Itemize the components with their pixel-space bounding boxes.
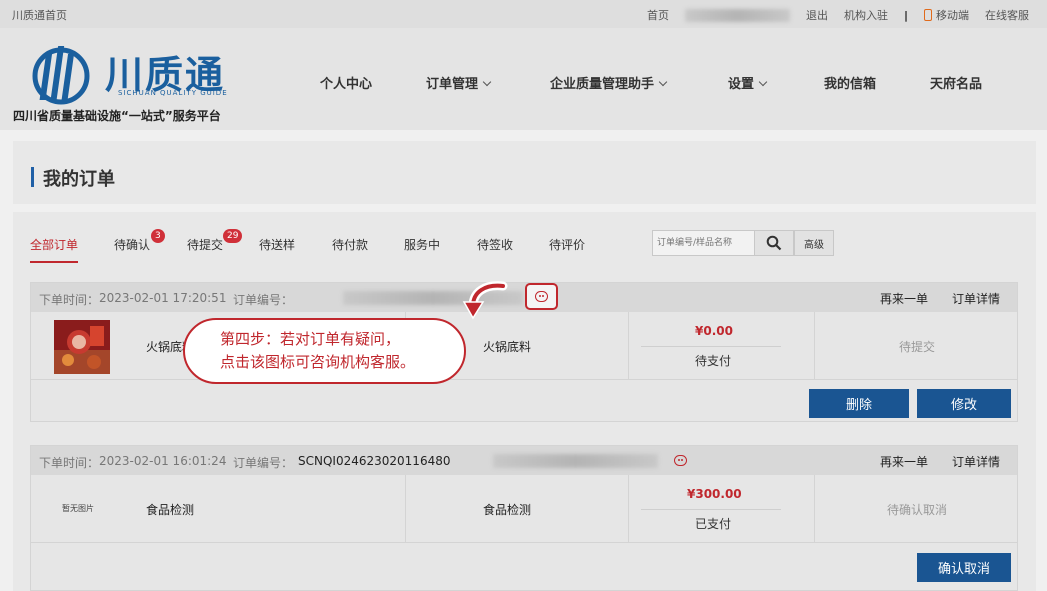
nav-personal-center[interactable]: 个人中心	[320, 73, 372, 92]
payment-status: 已支付	[695, 517, 732, 531]
pending-confirm-badge: 3	[151, 229, 165, 243]
cell-divider	[628, 475, 629, 543]
tab-pending-payment[interactable]: 待付款	[332, 236, 368, 253]
order-search-input[interactable]	[652, 230, 767, 256]
chat-icon[interactable]	[535, 291, 548, 302]
phone-icon	[924, 9, 932, 21]
institution-blurred	[493, 454, 658, 468]
nav-tianfu-products[interactable]: 天府名品	[930, 73, 982, 92]
tab-pending-sample[interactable]: 待送样	[259, 236, 295, 253]
cell-divider	[628, 312, 629, 380]
chat-icon-highlight[interactable]	[525, 283, 558, 310]
tab-pending-confirm[interactable]: 待确认	[114, 236, 150, 253]
product-thumbnail	[54, 320, 110, 374]
instruction-callout: 第四步：若对订单有疑问， 点击该图标可咨询机构客服。	[183, 318, 466, 384]
order-no: SCNQI024623020116480	[298, 454, 451, 468]
cell-divider	[814, 475, 815, 543]
nav-settings[interactable]: 设置	[728, 73, 768, 92]
tab-pending-submit[interactable]: 待提交	[187, 236, 223, 253]
edit-order-button[interactable]: 修改	[917, 389, 1011, 418]
pending-submit-badge: 29	[223, 229, 243, 243]
tab-pending-receipt[interactable]: 待签收	[477, 236, 513, 253]
nav-quality-assistant[interactable]: 企业质量管理助手	[550, 73, 668, 92]
payment-status: 待支付	[695, 354, 732, 368]
order-detail-link[interactable]: 订单详情	[952, 453, 1000, 470]
nav-label: 设置	[728, 77, 755, 92]
tab-pending-review[interactable]: 待评价	[549, 236, 585, 253]
delete-order-button[interactable]: 删除	[809, 389, 909, 418]
active-tab-indicator	[30, 261, 78, 263]
advanced-search-button[interactable]: 高级	[794, 230, 834, 256]
separator: |	[903, 8, 908, 22]
order-status: 待提交	[899, 340, 936, 354]
item-name: 食品检测	[146, 503, 195, 517]
order-time-label: 下单时间：	[39, 456, 100, 470]
cell-divider	[405, 475, 406, 543]
brand-subtitle: SICHUAN QUALITY GUIDE	[118, 89, 228, 97]
order-time: 2023-02-01 16:01:24	[99, 454, 227, 468]
cell-divider	[814, 312, 815, 380]
platform-name: 四川省质量基础设施“一站式”服务平台	[13, 109, 221, 123]
nav-label: 订单管理	[426, 77, 479, 92]
chevron-down-icon	[658, 77, 668, 87]
site-header: 川质通 SICHUAN QUALITY GUIDE 四川省质量基础设施“一站式”…	[0, 28, 1047, 130]
mobile-link[interactable]: 移动端	[924, 7, 969, 23]
order-item-row: 暂无图片 食品检测 食品检测 ¥300.00 已支付 待确认取消	[31, 475, 1017, 543]
username-blurred	[684, 8, 790, 22]
item-service-name: 食品检测	[483, 503, 532, 517]
nav-label: 企业质量管理助手	[550, 77, 655, 92]
item-service-name: 火锅底料	[483, 340, 532, 354]
page-title: 我的订单	[43, 169, 115, 190]
chevron-down-icon	[482, 77, 492, 87]
page-title-panel: 我的订单	[13, 141, 1036, 204]
order-header: 下单时间： 2023-02-01 16:01:24 订单编号： SCNQI024…	[31, 446, 1017, 475]
callout-line-1: 第四步：若对订单有疑问，	[220, 330, 401, 348]
confirm-cancel-button[interactable]: 确认取消	[917, 553, 1011, 582]
price-divider	[641, 509, 781, 510]
search-icon	[766, 235, 782, 251]
order-no-label: 订单编号：	[233, 293, 294, 307]
search-button[interactable]	[754, 230, 794, 256]
orders-panel: 全部订单 待确认 3 待提交 29 待送样 待付款 服务中 待签收 待评价 高级…	[13, 212, 1036, 591]
price-divider	[641, 346, 781, 347]
order-price: ¥0.00	[695, 324, 733, 338]
order-status: 待确认取消	[887, 503, 948, 517]
no-image-placeholder: 暂无图片	[62, 504, 94, 513]
order-detail-link[interactable]: 订单详情	[952, 290, 1000, 307]
mobile-label: 移动端	[936, 9, 969, 22]
top-utility-bar: 川质通首页 首页 退出 机构入驻 | 移动端 在线客服	[0, 0, 1047, 28]
online-service-link[interactable]: 在线客服	[985, 7, 1029, 23]
reorder-link[interactable]: 再来一单	[880, 290, 928, 307]
callout-line-2: 点击该图标可咨询机构客服。	[220, 353, 416, 371]
chat-icon[interactable]	[674, 455, 687, 466]
order-card: 下单时间： 2023-02-01 16:01:24 订单编号： SCNQI024…	[30, 445, 1018, 591]
tab-in-service[interactable]: 服务中	[404, 236, 440, 253]
chevron-down-icon	[758, 77, 768, 87]
title-accent-bar	[31, 167, 34, 187]
institution-join-link[interactable]: 机构入驻	[844, 7, 888, 23]
tab-all-orders[interactable]: 全部订单	[30, 236, 78, 253]
order-price: ¥300.00	[687, 487, 742, 501]
reorder-link[interactable]: 再来一单	[880, 453, 928, 470]
curved-arrow-icon	[462, 281, 508, 320]
brand-logo-icon[interactable]	[28, 40, 98, 108]
order-time-label: 下单时间：	[39, 293, 100, 307]
order-no-label: 订单编号：	[233, 456, 294, 470]
order-time: 2023-02-01 17:20:51	[99, 291, 227, 305]
home-link[interactable]: 首页	[647, 7, 669, 23]
logout-link[interactable]: 退出	[806, 7, 828, 23]
site-home-link[interactable]: 川质通首页	[12, 7, 67, 23]
nav-order-management[interactable]: 订单管理	[426, 73, 492, 92]
nav-my-mailbox[interactable]: 我的信箱	[824, 73, 876, 92]
